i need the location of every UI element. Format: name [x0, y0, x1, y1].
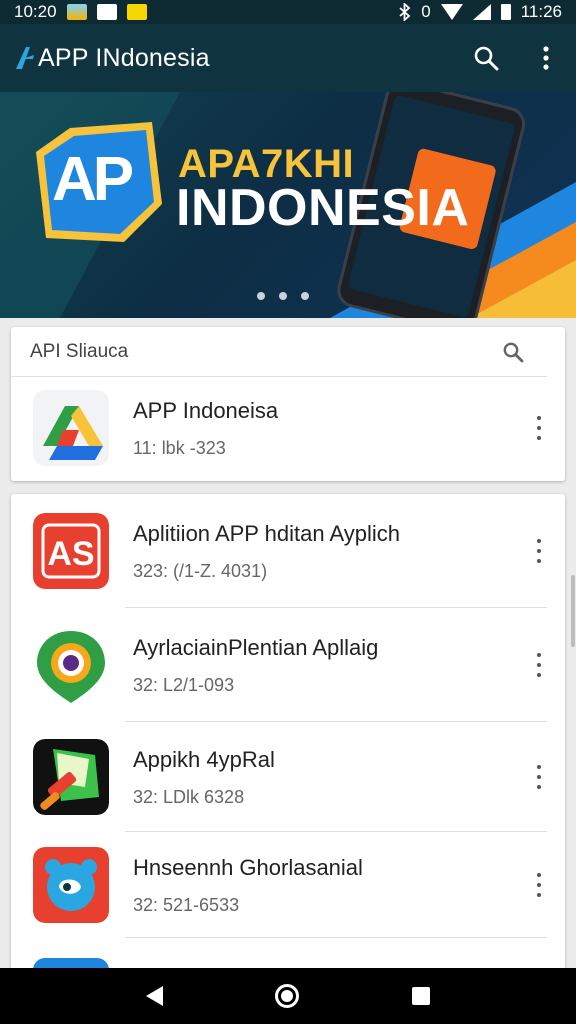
bluetooth-icon — [399, 3, 411, 21]
more-vert-icon — [543, 46, 549, 70]
list-item[interactable]: Appikh 4ypRal 32: LDlk 6328 — [11, 722, 565, 832]
blue-chat-bear-icon — [33, 847, 109, 923]
hero-banner[interactable]: AP APA7KHI INDONESIA — [0, 92, 576, 318]
carousel-dot[interactable] — [279, 292, 287, 300]
app-meta: 32: LDlk 6328 — [133, 786, 245, 807]
app-name: AyrlaciainPlentian Apllaig — [133, 634, 379, 660]
list-item[interactable]: AyrlaciainPlentian Apllaig 32: L2/1-093 — [11, 608, 565, 722]
search-icon — [474, 46, 499, 71]
search-card-button[interactable] — [497, 336, 529, 368]
carousel-indicator[interactable] — [257, 292, 309, 300]
search-bar[interactable]: API Sliauca — [11, 327, 547, 377]
status-bar: 10:20 0 11:26 — [0, 0, 576, 24]
app-logo-icon — [16, 47, 34, 69]
status-time-right: 11:26 — [520, 2, 562, 21]
home-icon[interactable] — [275, 984, 300, 1008]
status-time-left: 10:20 — [14, 2, 57, 21]
google-drive-style-icon — [33, 390, 109, 466]
app-name: Aplitiion APP hditan Ayplich — [133, 520, 401, 546]
banner-logo-text: AP — [52, 145, 134, 214]
carousel-dot[interactable] — [301, 292, 309, 300]
wifi-icon — [440, 4, 463, 20]
search-card: API Sliauca APP Indoneisa 11: lbk -323 — [11, 327, 565, 481]
app-more-button[interactable] — [535, 765, 543, 789]
featured-app-more-button[interactable] — [535, 416, 543, 440]
app-bar: APP INdonesia — [0, 24, 576, 92]
carousel-dot[interactable] — [257, 292, 265, 300]
scrollbar[interactable] — [571, 575, 575, 647]
red-ap-app-icon: AS — [33, 513, 109, 589]
svg-text:AS: AS — [47, 535, 94, 573]
search-icon — [503, 342, 524, 362]
app-title: APP INdonesia — [38, 43, 210, 72]
featured-app-meta: 11: lbk -323 — [133, 437, 226, 458]
battery-icon — [500, 4, 511, 20]
banner-title-line2: INDONESIA — [176, 179, 470, 237]
recents-icon[interactable] — [411, 987, 430, 1005]
featured-app-row[interactable]: APP Indoneisa 11: lbk -323 — [11, 377, 565, 479]
search-button[interactable] — [470, 42, 502, 74]
list-item[interactable]: AS Aplitiion APP hditan Ayplich 323: (/1… — [11, 494, 565, 608]
search-label: API Sliauca — [30, 340, 129, 362]
back-icon[interactable] — [146, 986, 164, 1006]
app-more-button[interactable] — [535, 653, 543, 677]
system-nav-bar — [0, 968, 576, 1024]
app-more-button[interactable] — [535, 539, 543, 563]
featured-app-name: APP Indoneisa — [133, 397, 279, 423]
app-name: Hnseennh Ghorlasanial — [133, 854, 363, 880]
app-meta: 32: L2/1-093 — [133, 674, 235, 695]
app-meta: 32: 521-6533 — [133, 894, 240, 915]
bluetooth-status-label: 0 — [421, 2, 431, 21]
mail-notification-icon — [126, 4, 147, 20]
list-item[interactable]: Hnseennh Ghorlasanial 32: 521-6533 — [11, 832, 565, 938]
green-location-gear-icon — [37, 631, 105, 703]
app-list-card: AS Aplitiion APP hditan Ayplich 323: (/1… — [11, 494, 565, 974]
photo-notification-icon — [66, 4, 87, 20]
app-name: Appikh 4ypRal — [133, 746, 275, 772]
app-notification-icon — [96, 4, 117, 20]
signal-icon — [472, 4, 491, 20]
paint-roller-app-icon — [33, 739, 109, 815]
app-more-button[interactable] — [535, 873, 543, 897]
overflow-menu-button[interactable] — [530, 42, 562, 74]
app-meta: 323: (/1-Z. 4031) — [133, 560, 268, 581]
